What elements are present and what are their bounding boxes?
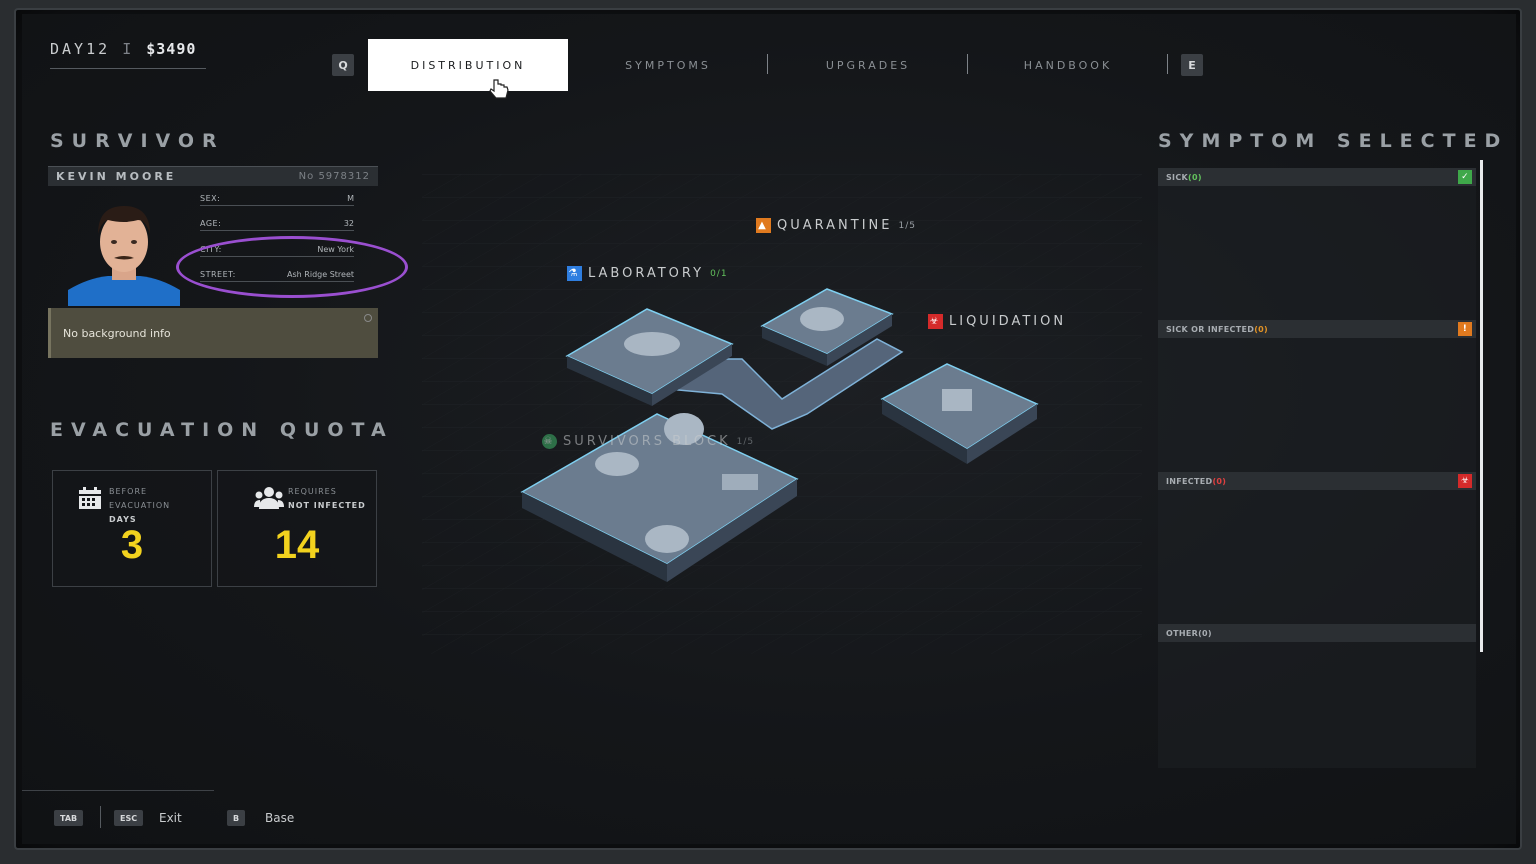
quota-people-caption: REQUIRES NOT INFECTED xyxy=(288,485,366,513)
symptom-group-header: OTHER(0) xyxy=(1158,624,1476,642)
hand-cursor-icon xyxy=(489,79,509,99)
quota-people-line2: NOT INFECTED xyxy=(288,501,366,510)
tab-handbook[interactable]: HANDBOOK xyxy=(968,38,1168,92)
laboratory-count: 0/1 xyxy=(710,268,728,279)
symptom-group-count: (0) xyxy=(1212,476,1227,486)
base-map[interactable] xyxy=(422,174,1142,654)
tab-upgrades-label: UPGRADES xyxy=(825,58,911,72)
biohazard-icon: ☣ xyxy=(928,314,943,329)
quarantine-count: 1/5 xyxy=(898,220,916,231)
quota-days-line1: BEFORE EVACUATION xyxy=(109,487,171,510)
tab-handbook-label: HANDBOOK xyxy=(1023,58,1113,72)
tab-upgrades[interactable]: UPGRADES xyxy=(768,38,968,92)
prev-tab-key[interactable]: Q xyxy=(332,54,354,76)
symptom-group-label: INFECTED xyxy=(1166,476,1213,486)
tab-distribution-label: DISTRIBUTION xyxy=(410,58,526,72)
survivors-block-label[interactable]: ☠ SURVIVORS BLOCK 1/5 xyxy=(542,434,754,449)
symptom-scrollbar[interactable] xyxy=(1480,160,1483,652)
symptom-group-body xyxy=(1158,642,1476,768)
status-underline xyxy=(50,68,206,69)
symptom-group-body xyxy=(1158,490,1476,624)
field-sex-label: SEX: xyxy=(200,194,221,203)
symptom-group-header: SICK(0) ✓ xyxy=(1158,168,1476,186)
symptom-group-count: (0) xyxy=(1254,324,1268,334)
quota-days-box: BEFORE EVACUATION DAYS 3 xyxy=(52,470,212,587)
quota-section-title: EVACUATION QUOTA xyxy=(50,419,394,441)
field-age-label: AGE: xyxy=(200,219,222,228)
survivor-number: No 5978312 xyxy=(298,171,370,182)
shield-check-icon: ✓ xyxy=(1458,170,1472,184)
background-info-box: No background info xyxy=(48,308,378,358)
day-counter: DAY12 xyxy=(50,40,111,58)
quarantine-label-text: QUARANTINE xyxy=(777,218,893,233)
next-tab-key[interactable]: E xyxy=(1181,54,1203,76)
info-dot-icon xyxy=(364,314,372,322)
warning-icon: ▲ xyxy=(756,218,771,233)
esc-key[interactable]: ESC xyxy=(114,810,144,826)
tab-symptoms[interactable]: SYMPTOMS xyxy=(568,38,768,92)
background-info-text: No background info xyxy=(63,326,171,340)
survivor-section-title: SURVIVOR xyxy=(50,130,225,152)
tab-distribution[interactable]: DISTRIBUTION xyxy=(368,39,568,91)
quota-people-value: 14 xyxy=(274,523,320,567)
symptom-group-body xyxy=(1158,186,1476,320)
symptom-group-infected[interactable]: INFECTED(0) ☣ xyxy=(1158,472,1476,624)
day-money-display: DAY12 I $3490 xyxy=(50,40,196,58)
survivor-portrait xyxy=(68,190,180,306)
quota-days-value: 3 xyxy=(120,523,144,567)
quota-people-line1: REQUIRES xyxy=(288,487,337,496)
quota-days-caption: BEFORE EVACUATION DAYS xyxy=(109,485,211,527)
liquidation-label[interactable]: ☣ LIQUIDATION xyxy=(928,314,1066,329)
warning-icon: ! xyxy=(1458,322,1472,336)
symptom-group-count: (0) xyxy=(1198,628,1212,638)
laboratory-label-text: LABORATORY xyxy=(588,266,705,281)
symptom-section-title: SYMPTOM SELECTED xyxy=(1158,130,1509,152)
laboratory-label[interactable]: ⚗ LABORATORY 0/1 xyxy=(567,266,728,281)
symptom-group-label: SICK OR INFECTED xyxy=(1166,324,1255,334)
money-counter: $3490 xyxy=(146,40,197,58)
b-key[interactable]: B xyxy=(227,810,246,826)
symptom-group-other[interactable]: OTHER(0) xyxy=(1158,624,1476,768)
tab-separator xyxy=(1167,54,1168,74)
survivor-header: KEVIN MOORE No 5978312 xyxy=(48,166,378,186)
quarantine-label[interactable]: ▲ QUARANTINE 1/5 xyxy=(756,218,916,233)
symptom-group-label: SICK xyxy=(1166,172,1189,182)
tab-key[interactable]: TAB xyxy=(54,810,84,826)
exit-label[interactable]: Exit xyxy=(159,810,182,826)
biohazard-icon: ☣ xyxy=(1458,474,1472,488)
symptom-group-count: (0) xyxy=(1188,172,1202,182)
game-screen: DAY12 I $3490 Q DISTRIBUTION SYMPTOMS UP… xyxy=(22,14,1516,844)
survivors-block-label-text: SURVIVORS BLOCK xyxy=(563,434,731,449)
symptom-group-header: SICK OR INFECTED(0) ! xyxy=(1158,320,1476,338)
survivors-block-count: 1/5 xyxy=(736,436,755,447)
symptom-group-body xyxy=(1158,338,1476,472)
liquidation-label-text: LIQUIDATION xyxy=(949,314,1067,329)
flask-icon: ⚗ xyxy=(567,266,582,281)
skull-icon: ☠ xyxy=(542,434,557,449)
field-sex-value: M xyxy=(347,194,354,203)
bottom-separator xyxy=(100,806,101,828)
symptom-group-sick[interactable]: SICK(0) ✓ xyxy=(1158,168,1476,320)
tab-symptoms-label: SYMPTOMS xyxy=(625,58,711,72)
field-age: AGE: 32 xyxy=(200,215,354,231)
symptom-group-header: INFECTED(0) ☣ xyxy=(1158,472,1476,490)
calendar-icon xyxy=(79,487,101,509)
field-age-value: 32 xyxy=(343,219,354,228)
field-sex: SEX: M xyxy=(200,190,354,206)
quota-people-box: REQUIRES NOT INFECTED 14 xyxy=(217,470,377,587)
status-separator: I xyxy=(122,40,135,58)
survivor-name: KEVIN MOORE xyxy=(56,170,177,183)
symptom-group-label: OTHER xyxy=(1166,628,1199,638)
people-icon xyxy=(254,487,284,509)
bottom-divider xyxy=(22,790,214,791)
symptom-group-sick-or-infected[interactable]: SICK OR INFECTED(0) ! xyxy=(1158,320,1476,472)
base-label[interactable]: Base xyxy=(265,810,294,826)
purple-annotation-circle xyxy=(176,236,408,298)
